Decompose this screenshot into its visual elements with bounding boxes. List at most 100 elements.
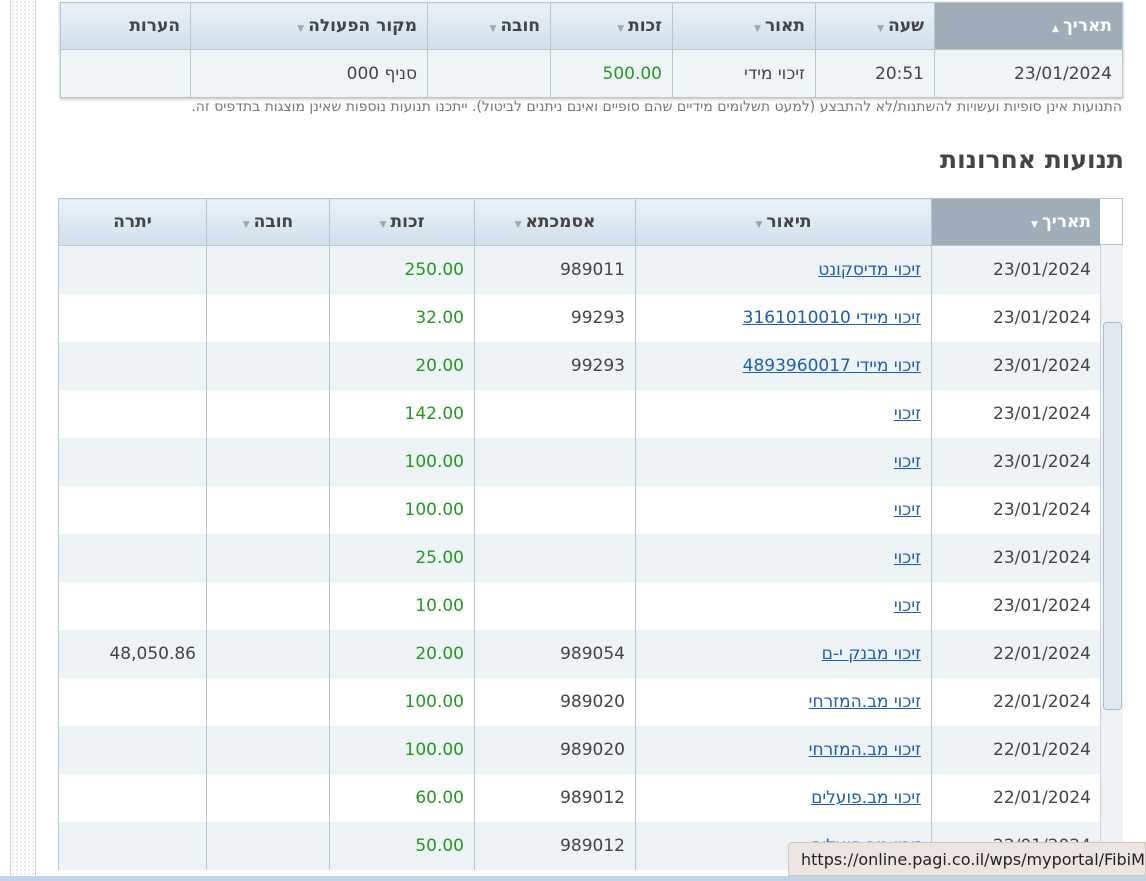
sort-icon: ▼ [617,24,625,34]
cell-debit [206,629,330,678]
cell-desc: זיכוי מב.המזרחי [635,725,932,774]
cell-ref: 99293 [474,293,636,342]
transaction-link[interactable]: זיכוי מב.המזרחי [809,740,921,760]
table-row: 23/01/2024 זיכוי 10.00 [58,581,1102,630]
table-row: 23/01/2024 זיכוי מיידי 3161010010 99293 32.… [58,293,1102,342]
cell-desc: זיכוי מב.פועלים [635,773,932,822]
cell-date: 22/01/2024 [931,725,1102,774]
header-ref[interactable]: אסמכתא▼ [474,198,636,246]
cell-ref: 989020 [474,725,636,774]
cell-time: 20:51 [815,49,935,98]
cell-credit: 100.00 [329,437,475,486]
transaction-link[interactable]: זיכוי מדיסקונט [818,260,921,280]
sort-icon: ▼ [754,24,761,34]
cell-credit: 60.00 [329,773,475,822]
cell-date: 23/01/2024 [931,485,1102,534]
cell-debit [206,533,330,582]
transaction-link[interactable]: זיכוי [894,548,921,568]
cell-desc: זיכוי [635,485,932,534]
cell-balance [58,821,207,870]
scrollbar-thumb[interactable] [1103,322,1122,710]
cell-debit [206,485,330,534]
side-strip [10,0,36,876]
cell-date: 22/01/2024 [931,677,1102,726]
sort-asc-icon: ▲ [1052,24,1059,34]
cell-balance: 48,050.86 [58,629,207,678]
disclaimer-note: התנועות אינן סופיות ועשויות להשתנות/לא ל… [191,99,1122,115]
section-title: תנועות אחרונות [940,145,1124,174]
cell-desc: זיכוי מידי [672,49,816,98]
cell-date: 23/01/2024 [931,581,1102,630]
table-row: 23/01/2024 זיכוי 100.00 [58,485,1102,534]
table-row: 23/01/2024 20:51 זיכוי מידי 500.00 סניף … [60,49,1123,98]
header-credit[interactable]: זכות▼ [550,2,673,50]
header-debit[interactable]: חובה▼ [206,198,330,246]
cell-date: 23/01/2024 [931,245,1102,294]
scrollbar[interactable] [1100,245,1123,881]
cell-desc: זיכוי [635,389,932,438]
cell-balance [58,437,207,486]
window-edge [0,876,1146,881]
header-desc[interactable]: תאור▼ [672,2,816,50]
transaction-link[interactable]: זיכוי [894,452,921,472]
recent-transactions-table: תאריך▼ תיאור▼ אסמכתא▼ זכות▼ חובה▼ יתרה 2… [58,198,1102,870]
transaction-link[interactable]: זיכוי מב.פועלים [811,788,921,808]
cell-credit: 142.00 [329,389,475,438]
cell-debit [206,341,330,390]
cell-credit: 20.00 [329,341,475,390]
cell-ref [474,389,636,438]
cell-balance [58,725,207,774]
cell-ref: 989011 [474,245,636,294]
header-time[interactable]: שעה▼ [815,2,935,50]
cell-desc: זיכוי מב.המזרחי [635,677,932,726]
cell-ref [474,581,636,630]
transaction-link[interactable]: זיכוי מבנק י-ם [822,644,921,664]
header-debit[interactable]: חובה▼ [427,2,551,50]
cell-credit: 32.00 [329,293,475,342]
table-row: 23/01/2024 זיכוי מיידי 4893960017 99293 20.… [58,341,1102,390]
cell-balance [58,389,207,438]
cell-credit: 20.00 [329,629,475,678]
cell-debit [206,389,330,438]
table-row: 22/01/2024 זיכוי מב.המזרחי 989020 100.00 [58,677,1102,726]
cell-ref [474,485,636,534]
cell-date: 22/01/2024 [931,773,1102,822]
cell-date: 23/01/2024 [931,293,1102,342]
header-balance: יתרה [58,198,207,246]
sort-icon: ▼ [755,220,763,230]
cell-debit [206,821,330,870]
cell-debit [206,437,330,486]
cell-desc: זיכוי מיידי 3161010010 [635,293,932,342]
cell-debit [206,677,330,726]
cell-desc: זיכוי מדיסקונט [635,245,932,294]
cell-desc: זיכוי מיידי 4893960017 [635,341,932,390]
transaction-link[interactable]: זיכוי [894,500,921,520]
cell-balance [58,485,207,534]
transaction-link[interactable]: זיכוי [894,596,921,616]
sort-icon: ▼ [489,24,497,34]
header-source[interactable]: מקור הפעולה▼ [190,2,428,50]
cell-balance [58,533,207,582]
header-date[interactable]: תאריך▲ [934,2,1123,50]
table-row: 23/01/2024 זיכוי מדיסקונט 989011 250.00 [58,245,1102,294]
table-row: 22/01/2024 זיכוי מבנק י-ם 989054 20.00 48,05… [58,629,1102,678]
cell-balance [58,245,207,294]
cell-ref: 99293 [474,341,636,390]
cell-balance [58,677,207,726]
header-desc[interactable]: תיאור▼ [635,198,932,246]
header-date[interactable]: תאריך▼ [931,198,1102,246]
cell-date: 23/01/2024 [931,533,1102,582]
cell-debit [206,581,330,630]
cell-desc: זיכוי [635,533,932,582]
transaction-link[interactable]: זיכוי מיידי 3161010010 [743,308,921,328]
table-row: 22/01/2024 זיכוי מב.פועלים 989012 60.00 [58,773,1102,822]
sort-icon: ▼ [297,24,305,34]
cell-balance [58,581,207,630]
transaction-link[interactable]: זיכוי מיידי 4893960017 [743,356,921,376]
transaction-link[interactable]: זיכוי מב.המזרחי [809,692,921,712]
cell-credit: 10.00 [329,581,475,630]
cell-notes [60,49,191,98]
transaction-link[interactable]: זיכוי [894,404,921,424]
cell-date: 22/01/2024 [931,629,1102,678]
header-credit[interactable]: זכות▼ [329,198,475,246]
